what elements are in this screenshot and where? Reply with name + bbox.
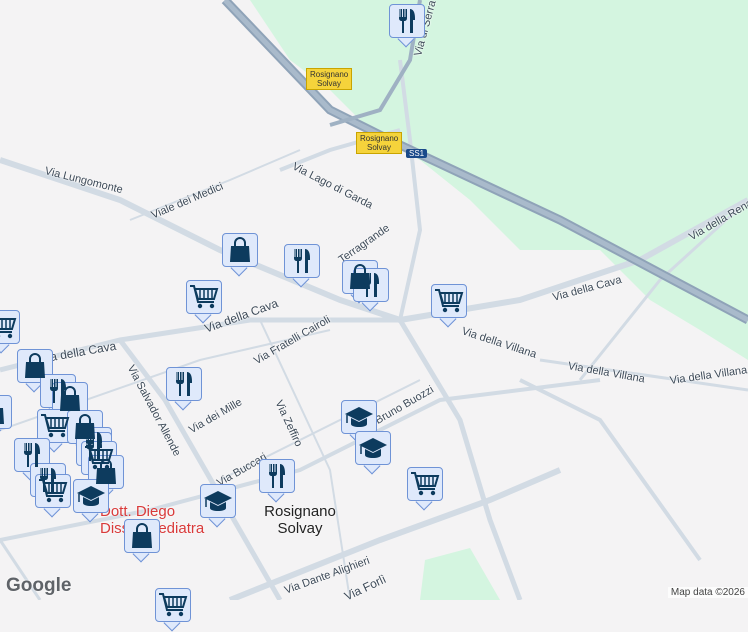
shopping-icon (228, 237, 252, 263)
restaurant-marker[interactable] (284, 244, 320, 288)
shopping-icon (130, 523, 154, 549)
restaurant-icon (395, 8, 419, 34)
school-marker[interactable] (355, 431, 391, 475)
school-marker[interactable] (73, 479, 109, 523)
google-logo: Google (6, 575, 71, 597)
shopping-marker[interactable] (222, 233, 258, 277)
route-shield: SS1 (406, 149, 427, 158)
cart-marker[interactable] (0, 310, 20, 354)
cart-marker[interactable] (155, 588, 191, 632)
cart-icon (410, 471, 440, 497)
shopping-icon (23, 353, 47, 379)
cart-marker[interactable] (407, 467, 443, 511)
school-marker[interactable] (200, 484, 236, 528)
cart-marker[interactable] (186, 280, 222, 324)
restaurant-icon (359, 272, 383, 298)
cart-icon (40, 413, 70, 439)
restaurant-marker[interactable] (353, 268, 389, 312)
cart-icon (38, 478, 68, 504)
cart-icon (0, 314, 17, 340)
park-area (420, 548, 500, 600)
restaurant-icon (265, 463, 289, 489)
cart-marker[interactable] (35, 474, 71, 518)
restaurant-icon (290, 248, 314, 274)
school-icon (76, 484, 106, 508)
shopping-icon (94, 459, 118, 485)
shopping-marker[interactable] (0, 395, 12, 439)
attribution[interactable]: Map data ©2026 (668, 587, 748, 598)
place-shield: Rosignano Solvay (356, 132, 402, 154)
restaurant-icon (172, 371, 196, 397)
shopping-icon (0, 399, 6, 425)
city-label: Rosignano Solvay (255, 503, 345, 537)
cart-icon (434, 288, 464, 314)
school-icon (344, 405, 374, 429)
school-icon (203, 489, 233, 513)
place-shield: Rosignano Solvay (306, 68, 352, 90)
restaurant-icon (20, 442, 44, 468)
school-icon (358, 436, 388, 460)
restaurant-marker[interactable] (389, 4, 425, 48)
cart-icon (189, 284, 219, 310)
restaurant-marker[interactable] (166, 367, 202, 411)
shopping-icon (58, 386, 82, 412)
cart-icon (158, 592, 188, 618)
shopping-marker[interactable] (124, 519, 160, 563)
restaurant-marker[interactable] (259, 459, 295, 503)
cart-marker[interactable] (431, 284, 467, 328)
